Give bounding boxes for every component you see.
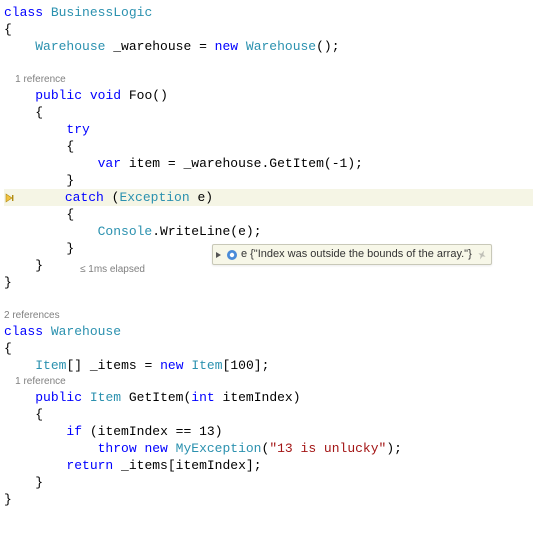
method-getitem: GetItem: [269, 156, 324, 171]
type-businesslogic: BusinessLogic: [51, 5, 152, 20]
code-line[interactable]: {: [4, 21, 533, 38]
datatip[interactable]: e {"Index was outside the bounds of the …: [212, 244, 492, 265]
perf-tip-text: ≤ 1ms elapsed: [80, 264, 145, 275]
local-item: item: [129, 156, 160, 171]
type-myexception: MyException: [176, 441, 262, 456]
type-warehouse: Warehouse: [35, 39, 105, 54]
brace-close: }: [35, 475, 43, 490]
datatip-variable-icon: [226, 249, 238, 261]
keyword-public: public: [35, 88, 82, 103]
literal-13: 13: [199, 424, 215, 439]
code-line[interactable]: }: [4, 491, 533, 508]
codelens-text: 1 reference: [15, 376, 66, 387]
brace-close: }: [35, 258, 43, 273]
brace-open: {: [66, 139, 74, 154]
codelens-warehouse[interactable]: 2 references: [4, 308, 533, 323]
blank-line: [4, 291, 533, 308]
code-line[interactable]: {: [4, 138, 533, 155]
keyword-var: var: [98, 156, 121, 171]
code-line[interactable]: {: [4, 206, 533, 223]
literal-100: 100: [230, 358, 253, 373]
literal-neg1: -1: [332, 156, 348, 171]
keyword-throw: throw: [98, 441, 137, 456]
datatip-var-name: e: [241, 246, 247, 263]
field-ref: _warehouse: [183, 156, 261, 171]
code-line[interactable]: }: [4, 172, 533, 189]
pin-icon[interactable]: [477, 250, 487, 260]
code-line[interactable]: Warehouse _warehouse = new Warehouse();: [4, 38, 533, 55]
type-item: Item: [90, 390, 121, 405]
code-line[interactable]: }: [4, 474, 533, 491]
ref-itemindex: itemIndex: [98, 424, 168, 439]
type-warehouse: Warehouse: [246, 39, 316, 54]
code-line[interactable]: if (itemIndex == 13): [4, 423, 533, 440]
string-unlucky: "13 is unlucky": [269, 441, 386, 456]
method-getitem: GetItem: [129, 390, 184, 405]
keyword-class: class: [4, 5, 43, 20]
code-line[interactable]: class Warehouse: [4, 323, 533, 340]
code-line[interactable]: return _items[itemIndex];: [4, 457, 533, 474]
keyword-void: void: [90, 88, 121, 103]
keyword-return: return: [66, 458, 113, 473]
codelens-foo[interactable]: 1 reference: [4, 72, 533, 87]
code-line[interactable]: try: [4, 121, 533, 138]
keyword-new: new: [215, 39, 238, 54]
keyword-public: public: [35, 390, 82, 405]
field-items: _items: [90, 358, 137, 373]
code-line[interactable]: {: [4, 340, 533, 357]
keyword-new: new: [144, 441, 167, 456]
codelens-getitem[interactable]: 1 reference: [4, 374, 533, 389]
keyword-catch: catch: [65, 190, 104, 205]
brace-close: }: [66, 241, 74, 256]
codelens-text: 1 reference: [15, 74, 66, 85]
type-item: Item: [191, 358, 222, 373]
type-exception: Exception: [119, 190, 189, 205]
code-line[interactable]: {: [4, 406, 533, 423]
datatip-expander-icon[interactable]: [215, 251, 223, 259]
brace-close: }: [66, 173, 74, 188]
datatip-value: {"Index was outside the bounds of the ar…: [250, 246, 472, 263]
keyword-class: class: [4, 324, 43, 339]
method-writeline: WriteLine: [160, 224, 230, 239]
keyword-new: new: [160, 358, 183, 373]
code-line[interactable]: throw new MyException("13 is unlucky");: [4, 440, 533, 457]
code-line[interactable]: class BusinessLogic: [4, 4, 533, 21]
code-line[interactable]: Item[] _items = new Item[100];: [4, 357, 533, 374]
param-itemindex: itemIndex: [223, 390, 293, 405]
type-item: Item: [35, 358, 66, 373]
keyword-int: int: [191, 390, 214, 405]
brace-open: {: [35, 105, 43, 120]
brace-close: }: [4, 275, 12, 290]
arg-e: e: [238, 224, 246, 239]
type-console: Console: [98, 224, 153, 239]
keyword-try: try: [66, 122, 89, 137]
method-foo: Foo: [129, 88, 152, 103]
code-line[interactable]: public void Foo(): [4, 87, 533, 104]
debug-current-arrow-icon: [4, 192, 18, 204]
blank-line: [4, 55, 533, 72]
brace-open: {: [35, 407, 43, 422]
brace-open: {: [4, 22, 12, 37]
code-line[interactable]: {: [4, 104, 533, 121]
codelens-text: 2 references: [4, 310, 60, 321]
perf-tip[interactable]: ≤ 1ms elapsed: [80, 261, 145, 278]
field-items: _items: [121, 458, 168, 473]
brace-close: }: [4, 492, 12, 507]
code-line[interactable]: Console.WriteLine(e);: [4, 223, 533, 240]
code-line[interactable]: var item = _warehouse.GetItem(-1);: [4, 155, 533, 172]
keyword-if: if: [66, 424, 82, 439]
current-debug-line[interactable]: catch (Exception e): [4, 189, 533, 206]
field-warehouse: _warehouse: [113, 39, 191, 54]
brace-open: {: [4, 341, 12, 356]
brace-open: {: [66, 207, 74, 222]
code-line[interactable]: public Item GetItem(int itemIndex): [4, 389, 533, 406]
ref-itemindex: itemIndex: [176, 458, 246, 473]
type-warehouse: Warehouse: [51, 324, 121, 339]
